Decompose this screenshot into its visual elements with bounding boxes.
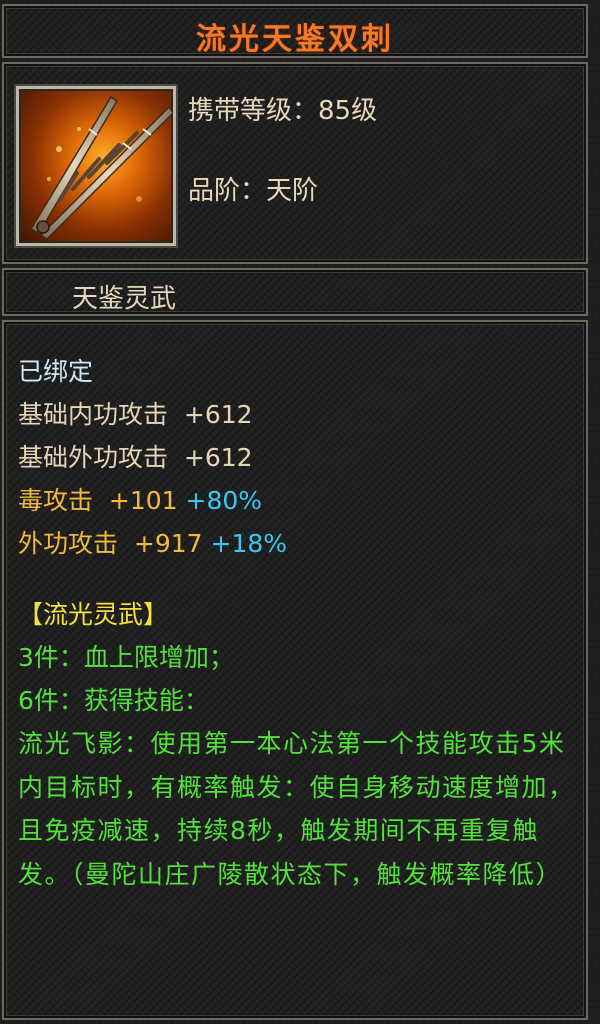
stat-value: +612 [183, 443, 253, 472]
bound-status: 已绑定 [18, 357, 94, 386]
stat-row: 毒攻击 +101 +80% [18, 479, 576, 522]
item-tooltip: 流光天鉴双刺 携带等级：85级 品阶：天阶 天鉴灵武 已绑定 基础内功攻击 +6… [0, 0, 600, 1024]
stat-bonus: +80% [185, 486, 263, 515]
stat-row: 基础内功攻击 +612 [18, 393, 576, 436]
stat-label: 基础内功攻击 [18, 400, 169, 429]
grade-value: 天阶 [266, 176, 319, 206]
item-subtitle-bar: 天鉴灵武 [2, 268, 588, 316]
grade-label: 品阶： [188, 176, 267, 206]
stat-value: +101 [108, 486, 178, 515]
stat-value: +612 [183, 400, 253, 429]
title-bar: 流光天鉴双刺 [2, 4, 588, 58]
twin-daggers-icon [16, 86, 176, 246]
set-bonus-3: 3件：血上限增加； [18, 643, 234, 672]
stat-label: 基础外功攻击 [18, 443, 169, 472]
level-value: 85级 [318, 96, 378, 126]
grade: 品阶：天阶 [188, 170, 318, 207]
level-requirement: 携带等级：85级 [188, 90, 377, 127]
skill-description: 流光飞影：使用第一本心法第一个技能攻击5米内目标时，有概率触发：使自身移动速度增… [18, 729, 575, 889]
stat-row: 基础外功攻击 +612 [18, 436, 576, 479]
item-header: 携带等级：85级 品阶：天阶 [2, 62, 588, 264]
stat-label: 外功攻击 [18, 529, 119, 558]
stat-bonus: +18% [210, 529, 288, 558]
item-details: 已绑定 基础内功攻击 +612 基础外功攻击 +612 毒攻击 +101 +80… [2, 320, 588, 1020]
item-name: 天鉴灵武 [72, 284, 177, 314]
set-bonus-6: 6件：获得技能： [18, 686, 209, 715]
stat-label: 毒攻击 [18, 486, 94, 515]
stat-value: +917 [133, 529, 203, 558]
set-name: 【流光灵武】 [18, 600, 169, 629]
stat-row: 外功攻击 +917 +18% [18, 522, 576, 565]
level-label: 携带等级： [188, 96, 319, 126]
item-title: 流光天鉴双刺 [196, 22, 394, 57]
